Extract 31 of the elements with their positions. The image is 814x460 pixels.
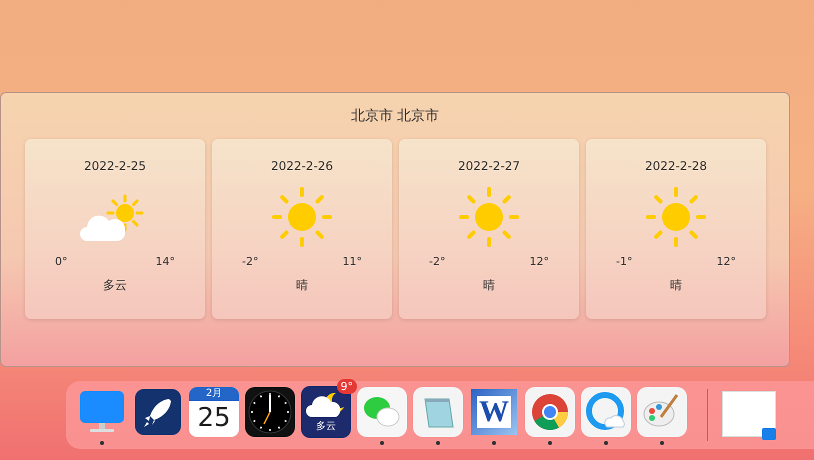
cloud-moon-icon bbox=[306, 391, 346, 419]
weather-condition: 多云 bbox=[316, 420, 336, 433]
sun-icon bbox=[645, 186, 707, 248]
weather-condition: 多云 bbox=[103, 277, 127, 294]
low-temperature: -2° bbox=[429, 255, 446, 268]
weather-condition: 晴 bbox=[296, 277, 308, 294]
app-icon[interactable] bbox=[245, 387, 295, 437]
high-temperature: 12° bbox=[716, 255, 736, 268]
app-icon[interactable] bbox=[133, 387, 183, 437]
sun-icon bbox=[271, 186, 333, 248]
high-temperature: 14° bbox=[156, 255, 175, 268]
forecast-date: 2022-2-25 bbox=[84, 159, 146, 173]
low-temperature: -2° bbox=[242, 255, 258, 268]
sun-icon bbox=[458, 186, 520, 248]
calendar-month: 2月 bbox=[189, 387, 239, 401]
forecast-date: 2022-2-28 bbox=[644, 159, 708, 173]
app-icon[interactable]: 2月 25 bbox=[189, 387, 239, 437]
temperature-badge: 9° bbox=[336, 379, 357, 394]
forecast-date: 2022-2-26 bbox=[270, 159, 334, 173]
forecast-date: 2022-2-27 bbox=[458, 159, 520, 173]
calendar-day: 25 bbox=[197, 401, 231, 435]
weather-condition: 晴 bbox=[483, 277, 495, 294]
app-icon[interactable]: W bbox=[469, 387, 519, 437]
low-temperature: -1° bbox=[616, 255, 632, 268]
high-temperature: 11° bbox=[342, 255, 362, 268]
window-title: 北京市 北京市 bbox=[350, 107, 440, 125]
weather-condition: 晴 bbox=[670, 277, 682, 294]
word-letter: W bbox=[477, 396, 511, 428]
window-thumbnail[interactable] bbox=[722, 391, 776, 437]
low-temperature: 0° bbox=[55, 255, 68, 268]
high-temperature: 12° bbox=[530, 255, 549, 268]
